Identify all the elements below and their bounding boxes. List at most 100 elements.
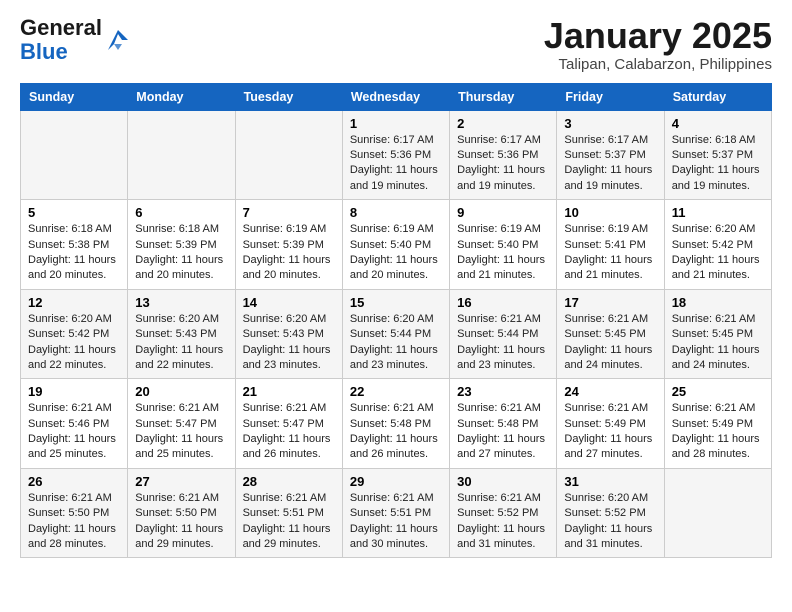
day-info: Sunrise: 6:21 AMSunset: 5:45 PMDaylight:… [672,312,764,374]
day-info: Sunrise: 6:21 AMSunset: 5:48 PMDaylight:… [350,401,442,463]
day-info: Sunrise: 6:21 AMSunset: 5:47 PMDaylight:… [243,401,335,463]
calendar-cell [664,468,771,558]
day-number: 5 [28,205,120,220]
day-info: Sunrise: 6:21 AMSunset: 5:50 PMDaylight:… [28,491,120,553]
day-info: Sunrise: 6:19 AMSunset: 5:41 PMDaylight:… [564,222,656,284]
logo-icon [104,26,132,54]
calendar-cell: 7 Sunrise: 6:19 AMSunset: 5:39 PMDaylight… [235,200,342,290]
weekday-header-sunday: Sunday [21,83,128,110]
header: General Blue January 2025 Talipan, Calab… [20,16,772,73]
day-info: Sunrise: 6:21 AMSunset: 5:44 PMDaylight:… [457,312,549,374]
day-number: 17 [564,295,656,310]
day-info: Sunrise: 6:20 AMSunset: 5:43 PMDaylight:… [135,312,227,374]
day-number: 6 [135,205,227,220]
calendar-cell: 15 Sunrise: 6:20 AMSunset: 5:44 PMDayligh… [342,289,449,379]
day-info: Sunrise: 6:20 AMSunset: 5:43 PMDaylight:… [243,312,335,374]
calendar-cell: 17 Sunrise: 6:21 AMSunset: 5:45 PMDayligh… [557,289,664,379]
day-number: 3 [564,116,656,131]
calendar-cell: 23Sunrise: 6:21 AMSunset: 5:48 PMDayligh… [450,379,557,469]
day-info: Sunrise: 6:17 AMSunset: 5:36 PMDaylight:… [350,133,442,195]
day-info: Sunrise: 6:20 AMSunset: 5:42 PMDaylight:… [28,312,120,374]
day-info: Sunrise: 6:21 AMSunset: 5:51 PMDaylight:… [350,491,442,553]
calendar-week-row: 12 Sunrise: 6:20 AMSunset: 5:42 PMDayligh… [21,289,772,379]
calendar-cell: 12 Sunrise: 6:20 AMSunset: 5:42 PMDayligh… [21,289,128,379]
calendar-cell: 5 Sunrise: 6:18 AMSunset: 5:38 PMDaylight… [21,200,128,290]
day-number: 7 [243,205,335,220]
day-number: 11 [672,205,764,220]
day-info: Sunrise: 6:21 AMSunset: 5:49 PMDaylight:… [564,401,656,463]
calendar-cell: 18 Sunrise: 6:21 AMSunset: 5:45 PMDayligh… [664,289,771,379]
day-number: 16 [457,295,549,310]
calendar-week-row: 19Sunrise: 6:21 AMSunset: 5:46 PMDayligh… [21,379,772,469]
calendar-cell: 3 Sunrise: 6:17 AMSunset: 5:37 PMDaylight… [557,110,664,200]
calendar-cell: 16 Sunrise: 6:21 AMSunset: 5:44 PMDayligh… [450,289,557,379]
day-info: Sunrise: 6:18 AMSunset: 5:38 PMDaylight:… [28,222,120,284]
calendar-cell: 8Sunrise: 6:19 AMSunset: 5:40 PMDaylight… [342,200,449,290]
logo-text: General Blue [20,16,102,64]
calendar-cell: 25 Sunrise: 6:21 AMSunset: 5:49 PMDayligh… [664,379,771,469]
calendar-cell [21,110,128,200]
calendar-cell: 19Sunrise: 6:21 AMSunset: 5:46 PMDayligh… [21,379,128,469]
weekday-header-row: SundayMondayTuesdayWednesdayThursdayFrid… [21,83,772,110]
page: General Blue January 2025 Talipan, Calab… [0,0,792,574]
day-number: 22 [350,384,442,399]
day-number: 9 [457,205,549,220]
day-info: Sunrise: 6:21 AMSunset: 5:45 PMDaylight:… [564,312,656,374]
day-info: Sunrise: 6:19 AMSunset: 5:40 PMDaylight:… [350,222,442,284]
calendar-cell: 24 Sunrise: 6:21 AMSunset: 5:49 PMDayligh… [557,379,664,469]
day-info: Sunrise: 6:18 AMSunset: 5:37 PMDaylight:… [672,133,764,195]
calendar-cell: 6 Sunrise: 6:18 AMSunset: 5:39 PMDaylight… [128,200,235,290]
calendar-cell: 31 Sunrise: 6:20 AMSunset: 5:52 PMDayligh… [557,468,664,558]
day-number: 28 [243,474,335,489]
calendar-table: SundayMondayTuesdayWednesdayThursdayFrid… [20,83,772,559]
calendar-cell: 10 Sunrise: 6:19 AMSunset: 5:41 PMDayligh… [557,200,664,290]
calendar-cell: 28 Sunrise: 6:21 AMSunset: 5:51 PMDayligh… [235,468,342,558]
day-number: 23 [457,384,549,399]
day-number: 15 [350,295,442,310]
day-info: Sunrise: 6:20 AMSunset: 5:42 PMDaylight:… [672,222,764,284]
day-number: 21 [243,384,335,399]
day-number: 31 [564,474,656,489]
day-number: 18 [672,295,764,310]
weekday-header-saturday: Saturday [664,83,771,110]
calendar-cell: 27Sunrise: 6:21 AMSunset: 5:50 PMDayligh… [128,468,235,558]
day-info: Sunrise: 6:18 AMSunset: 5:39 PMDaylight:… [135,222,227,284]
day-info: Sunrise: 6:19 AMSunset: 5:39 PMDaylight:… [243,222,335,284]
day-info: Sunrise: 6:21 AMSunset: 5:49 PMDaylight:… [672,401,764,463]
weekday-header-friday: Friday [557,83,664,110]
day-number: 24 [564,384,656,399]
day-info: Sunrise: 6:20 AMSunset: 5:44 PMDaylight:… [350,312,442,374]
calendar-cell: 1Sunrise: 6:17 AMSunset: 5:36 PMDaylight… [342,110,449,200]
calendar-cell [235,110,342,200]
day-info: Sunrise: 6:17 AMSunset: 5:37 PMDaylight:… [564,133,656,195]
calendar-cell: 4 Sunrise: 6:18 AMSunset: 5:37 PMDaylight… [664,110,771,200]
calendar-cell: 30Sunrise: 6:21 AMSunset: 5:52 PMDayligh… [450,468,557,558]
page-subtitle: Talipan, Calabarzon, Philippines [544,56,772,73]
day-info: Sunrise: 6:21 AMSunset: 5:51 PMDaylight:… [243,491,335,553]
title-block: January 2025 Talipan, Calabarzon, Philip… [544,16,772,73]
day-number: 20 [135,384,227,399]
day-info: Sunrise: 6:21 AMSunset: 5:47 PMDaylight:… [135,401,227,463]
page-title: January 2025 [544,16,772,56]
weekday-header-thursday: Thursday [450,83,557,110]
day-number: 4 [672,116,764,131]
calendar-cell: 14Sunrise: 6:20 AMSunset: 5:43 PMDayligh… [235,289,342,379]
calendar-cell: 20 Sunrise: 6:21 AMSunset: 5:47 PMDayligh… [128,379,235,469]
day-number: 10 [564,205,656,220]
logo: General Blue [20,16,132,64]
calendar-cell: 13Sunrise: 6:20 AMSunset: 5:43 PMDayligh… [128,289,235,379]
calendar-week-row: 1Sunrise: 6:17 AMSunset: 5:36 PMDaylight… [21,110,772,200]
calendar-cell [128,110,235,200]
weekday-header-wednesday: Wednesday [342,83,449,110]
day-number: 29 [350,474,442,489]
day-info: Sunrise: 6:20 AMSunset: 5:52 PMDaylight:… [564,491,656,553]
calendar-week-row: 5 Sunrise: 6:18 AMSunset: 5:38 PMDaylight… [21,200,772,290]
calendar-cell: 11 Sunrise: 6:20 AMSunset: 5:42 PMDayligh… [664,200,771,290]
calendar-cell: 29 Sunrise: 6:21 AMSunset: 5:51 PMDayligh… [342,468,449,558]
day-number: 25 [672,384,764,399]
weekday-header-monday: Monday [128,83,235,110]
day-number: 30 [457,474,549,489]
day-info: Sunrise: 6:19 AMSunset: 5:40 PMDaylight:… [457,222,549,284]
day-number: 12 [28,295,120,310]
weekday-header-tuesday: Tuesday [235,83,342,110]
